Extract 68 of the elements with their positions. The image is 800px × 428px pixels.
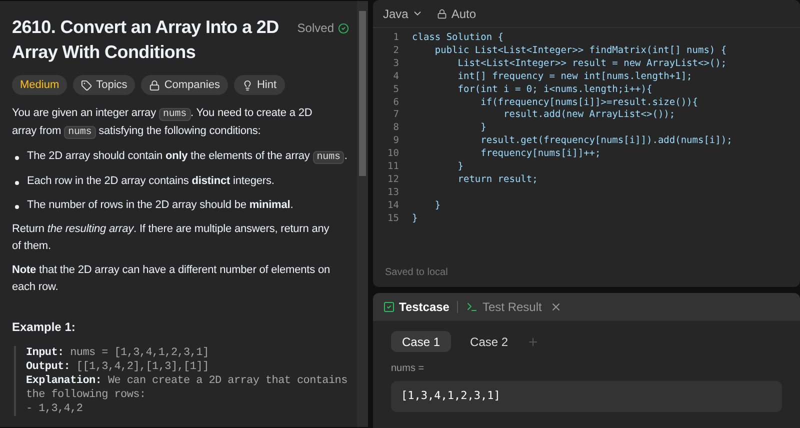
solved-label: Solved	[297, 20, 334, 37]
line-number: 9	[392, 135, 400, 148]
condition-text: The number of rows in the 2D array should be minimal.	[27, 198, 294, 213]
lock-icon	[149, 80, 160, 90]
console-tab[interactable]: Testcase	[383, 298, 450, 316]
checkbox-icon	[383, 301, 395, 313]
line-number: 3	[392, 58, 400, 71]
example-line: - 1,3,4,2	[26, 402, 84, 416]
line-number: 11	[386, 161, 400, 174]
code-line: class Solution {	[411, 32, 504, 45]
line-number: 14	[386, 200, 400, 213]
close-icon[interactable]	[550, 301, 562, 313]
save-status: Saved to local	[384, 266, 449, 280]
problem-title: 2610. Convert an Array Into a 2D Array With Conditions	[12, 16, 280, 64]
code-line: if(frequency[nums[i]]>=result.size()){	[480, 96, 698, 110]
bullet-icon	[15, 205, 19, 209]
difficulty-tag[interactable]: Medium	[12, 75, 68, 95]
language-selector[interactable]: Java	[383, 4, 424, 22]
lock-icon	[437, 8, 448, 18]
tag-icon	[81, 80, 92, 90]
code-line: }	[480, 122, 486, 136]
code-line: }	[434, 200, 441, 213]
terminal-icon	[466, 301, 478, 313]
console-tab[interactable]: Test Result	[466, 298, 542, 316]
description-text: Note that the 2D array can have a different number of elements on each row.	[12, 263, 331, 295]
example-heading: Example 1:	[12, 319, 76, 336]
line-number: 2	[392, 44, 400, 58]
case-tab[interactable]: Case 2	[459, 331, 520, 352]
lightbulb-icon	[242, 80, 253, 90]
bullet-icon	[15, 181, 19, 185]
mode-label: Auto	[451, 6, 476, 22]
code-line: }	[411, 212, 418, 226]
description-text: You are given an integer array nums . You need to create a 2D array from nums satisfying the following conditions:	[12, 106, 314, 141]
code-line: return result;	[456, 174, 538, 187]
line-number: 8	[392, 122, 400, 136]
code-line: frequency[nums[i]]++;	[480, 148, 601, 162]
description-text: Return the resulting array. If there are multiple answers, return any of them.	[12, 222, 330, 254]
hint-tag[interactable]: Hint	[234, 75, 285, 95]
line-number: 4	[392, 70, 400, 84]
example-line: Input: nums = [1,3,4,1,2,3,1]	[26, 346, 210, 360]
parameter-label: nums =	[390, 362, 426, 376]
line-number: 13	[386, 186, 400, 200]
line-number: 15	[386, 212, 400, 226]
code-line: int[] frequency = new int[nums.length+1];	[456, 70, 692, 84]
code-line: public List<List<Integer>> findMatrix(int[] nums) {	[434, 44, 727, 58]
bullet-icon	[15, 156, 19, 160]
line-number: 5	[392, 84, 400, 97]
condition-text: The 2D array should contain only the elements of the array nums .	[27, 149, 348, 166]
check-circle-icon	[338, 22, 349, 34]
case-tab[interactable]: Case 1	[391, 331, 452, 352]
example-line: Explanation: We can create a 2D array that contains the following rows:	[26, 374, 348, 402]
scrollbar[interactable]	[357, 1, 368, 427]
code-line: for(int i = 0; i<nums.length;i++){	[456, 84, 652, 97]
code-line: List<List<Integer>> result = new ArrayList<>();	[456, 58, 727, 71]
line-number: 6	[392, 96, 400, 110]
code-line: result.add(new ArrayList<>());	[502, 109, 676, 122]
add-icon[interactable]	[527, 336, 540, 348]
code-line: }	[456, 161, 464, 174]
code-line: result.get(frequency[nums[i]]).add(nums[i]);	[480, 135, 732, 148]
condition-text: Each row in the 2D array contains distinct integers.	[27, 174, 274, 189]
example-line: Output: [[1,3,4,2],[1,3],[1]]	[26, 360, 210, 374]
parameter-field[interactable]: [1,3,4,1,2,3,1]	[391, 381, 782, 412]
line-number: 12	[386, 174, 400, 187]
line-number: 1	[392, 32, 400, 45]
topics-tag[interactable]: Topics	[73, 75, 136, 95]
line-number: 7	[392, 109, 400, 122]
line-number: 10	[386, 148, 400, 162]
companies-tag[interactable]: Companies	[141, 75, 228, 95]
